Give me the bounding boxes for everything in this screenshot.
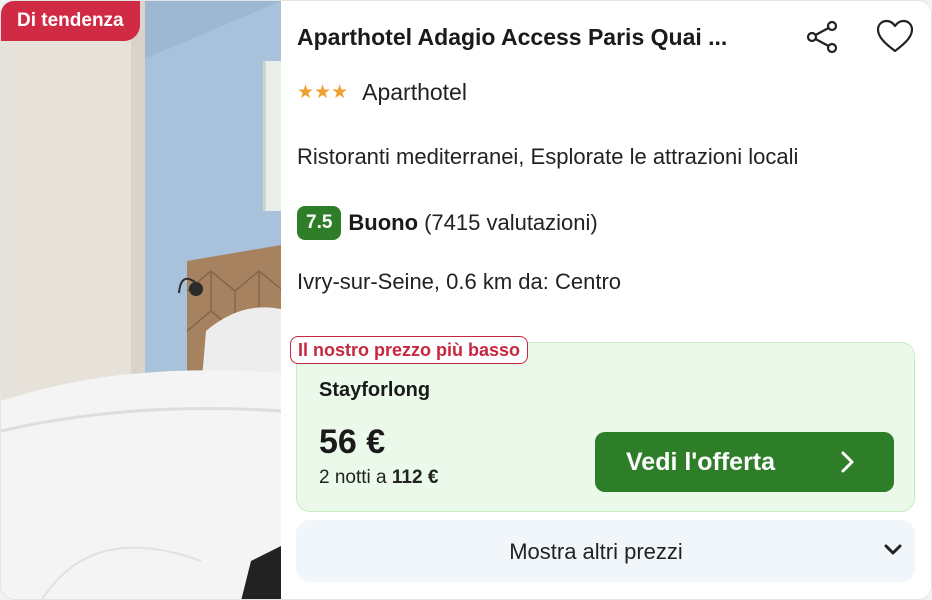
offer-price: 56 € [319,423,386,461]
chevron-right-icon [841,451,854,473]
heart-icon [876,19,914,53]
view-offer-label: Vedi l'offerta [626,447,776,476]
rating-label: Buono [348,210,419,235]
view-offer-button[interactable]: Vedi l'offerta [595,432,894,492]
stars-row: ★★★ Aparthotel [297,79,467,106]
hotel-card[interactable]: Di tendenza Aparthotel Adagio Access Par… [0,0,932,600]
trending-badge: Di tendenza [1,1,140,41]
hotel-name[interactable]: Aparthotel Adagio Access Paris Quai ... [297,21,787,53]
total-price: 112 € [391,467,439,488]
offer-provider: Stayforlong [319,379,431,401]
more-prices-label: Mostra altri prezzi [509,539,683,564]
rating-count: (7415 valutazioni) [424,210,598,235]
more-prices-button[interactable]: Mostra altri prezzi [296,520,915,582]
chevron-down-icon [884,544,902,555]
room-image [1,1,281,599]
hotel-features: Ristoranti mediterranei, Esplorate le at… [297,144,799,169]
share-icon [806,20,838,54]
offer-total: 2 notti a 112 € [319,467,438,489]
rating-score: 7.5 [297,206,342,240]
share-button[interactable] [803,17,843,57]
nights-label: 2 notti a [319,467,392,488]
hotel-photo[interactable]: Di tendenza [1,1,281,599]
rating-row[interactable]: 7.5 Buono (7415 valutazioni) [297,206,598,240]
lowest-price-badge: Il nostro prezzo più basso [290,336,529,364]
favorite-button[interactable] [875,17,915,57]
hotel-location[interactable]: Ivry-sur-Seine, 0.6 km da: Centro [297,269,621,295]
accommodation-type: Aparthotel [362,79,467,105]
star-rating: ★★★ [297,82,349,103]
